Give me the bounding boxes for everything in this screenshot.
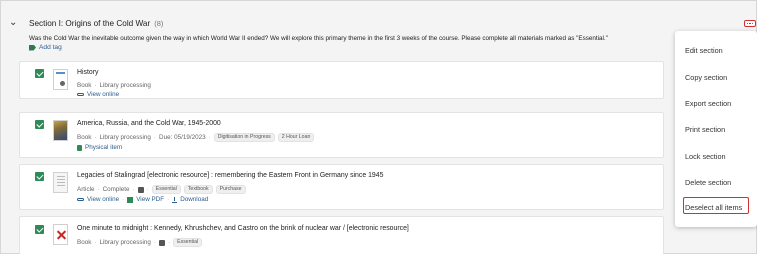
separator: · <box>153 134 157 141</box>
item-status: Library processing <box>99 239 151 246</box>
separator: · <box>97 186 100 193</box>
item-type: Article <box>77 186 95 193</box>
dot-icon <box>751 22 754 25</box>
essential-badge: Essential <box>173 238 203 247</box>
item-title[interactable]: Legacies of Stalingrad [electronic resou… <box>77 172 383 179</box>
purchase-badge: Purchase <box>215 185 246 194</box>
item-thumbnail <box>53 224 68 245</box>
item-type: Book <box>77 239 92 246</box>
item-meta: Book · Library processing · · Essential <box>77 238 203 247</box>
section-count: (8) <box>154 18 164 28</box>
textbook-badge: Textbook <box>183 185 213 194</box>
menu-item-delete-section[interactable]: Delete section <box>685 178 731 187</box>
menu-item-edit-section[interactable]: Edit section <box>685 46 723 55</box>
add-tag-link[interactable]: Add tag <box>29 44 62 51</box>
separator: · <box>122 196 125 203</box>
item-title[interactable]: History <box>77 69 98 76</box>
download-link[interactable]: Download <box>180 196 208 203</box>
link-icon <box>77 198 84 201</box>
add-tag-label: Add tag <box>39 44 62 51</box>
section-more-button[interactable] <box>744 20 756 27</box>
item-type: Book <box>77 82 92 89</box>
download-icon <box>172 196 178 203</box>
separator: · <box>146 186 149 193</box>
loan-badge: 2 Hour Loan <box>277 133 315 142</box>
menu-item-export-section[interactable]: Export section <box>685 99 731 108</box>
item-status: Library processing <box>99 134 151 141</box>
tag-icon <box>29 44 36 51</box>
list-item[interactable]: Legacies of Stalingrad [electronic resou… <box>19 164 664 210</box>
view-online-link[interactable]: View online <box>77 91 119 98</box>
item-checkbox[interactable] <box>35 225 44 234</box>
list-item[interactable]: One minute to midnight : Kennedy, Khrush… <box>19 216 664 254</box>
item-type: Book <box>77 134 92 141</box>
separator: · <box>167 196 170 203</box>
separator: · <box>94 134 97 141</box>
physical-item-label: Physical item <box>85 144 123 151</box>
note-icon[interactable] <box>159 239 166 246</box>
essential-badge: Essential <box>151 185 181 194</box>
separator: · <box>132 186 135 193</box>
separator: · <box>94 239 97 246</box>
item-title[interactable]: America, Russia, and the Cold War, 1945-… <box>77 120 221 127</box>
item-meta: Book · Library processing · Due: 05/19/2… <box>77 133 315 142</box>
section-header[interactable]: ⌄ Section I: Origins of the Cold War (8) <box>9 18 163 28</box>
section-panel: ⌄ Section I: Origins of the Cold War (8)… <box>0 0 757 254</box>
status-badge: Digitisation in Progress <box>213 133 275 142</box>
view-pdf-link[interactable]: View PDF <box>136 196 164 203</box>
list-item[interactable]: America, Russia, and the Cold War, 1945-… <box>19 112 664 158</box>
separator: · <box>208 134 211 141</box>
view-online-link[interactable]: View online <box>87 196 119 203</box>
item-thumbnail <box>53 120 68 141</box>
item-status: Library processing <box>99 82 151 89</box>
item-checkbox[interactable] <box>35 172 44 181</box>
item-title[interactable]: One minute to midnight : Kennedy, Khrush… <box>77 225 409 232</box>
item-checkbox[interactable] <box>35 120 44 129</box>
dot-icon <box>746 22 749 25</box>
view-online-label: View online <box>87 91 120 98</box>
dot-icon <box>749 22 751 25</box>
item-meta: Book · Library processing <box>77 82 151 89</box>
item-thumbnail <box>53 69 68 90</box>
chevron-down-icon[interactable]: ⌄ <box>9 18 19 28</box>
menu-item-lock-section[interactable]: Lock section <box>685 152 726 161</box>
item-due-date: Due: 05/19/2023 <box>159 134 206 141</box>
link-icon <box>77 93 84 96</box>
physical-item-link[interactable]: Physical item <box>77 144 122 151</box>
menu-item-print-section[interactable]: Print section <box>685 125 725 134</box>
item-checkbox[interactable] <box>35 69 44 78</box>
book-icon <box>77 144 82 151</box>
list-item[interactable]: History Book · Library processing View o… <box>19 61 664 99</box>
separator: · <box>153 239 157 246</box>
note-icon[interactable] <box>137 186 144 193</box>
section-title: Section I: Origins of the Cold War <box>29 18 151 28</box>
item-status: Complete <box>102 186 130 193</box>
item-links: View online · View PDF · Download <box>77 196 208 203</box>
separator: · <box>94 82 97 89</box>
item-thumbnail <box>53 172 68 193</box>
section-description: Was the Cold War the inevitable outcome … <box>29 35 608 42</box>
menu-item-copy-section[interactable]: Copy section <box>685 73 727 82</box>
item-meta: Article · Complete · · Essential Textboo… <box>77 185 246 194</box>
section-context-menu: Edit section Copy section Export section… <box>675 31 757 227</box>
separator: · <box>168 239 171 246</box>
pdf-icon <box>127 196 134 203</box>
menu-item-deselect-all-items[interactable]: Deselect all items <box>685 203 742 212</box>
